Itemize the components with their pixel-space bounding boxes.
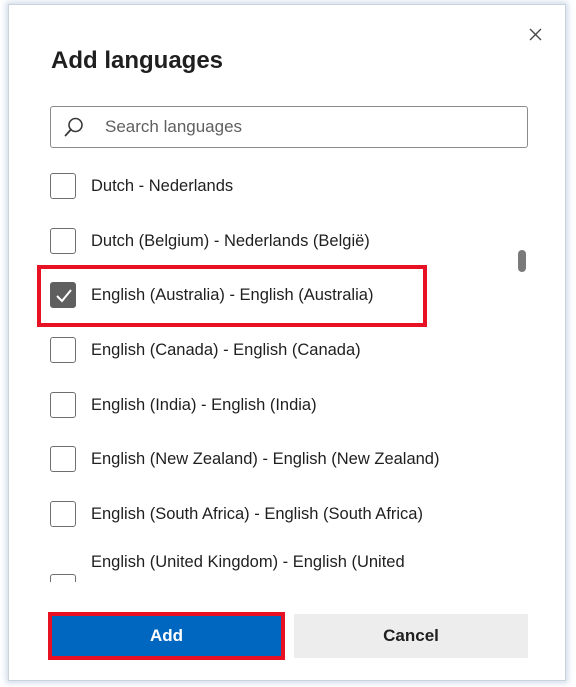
language-checkbox[interactable]	[50, 501, 76, 527]
close-button[interactable]	[520, 22, 550, 52]
highlight-box-selected-language	[37, 265, 427, 327]
language-item-english-south-africa[interactable]: English (South Africa) - English (South …	[40, 494, 510, 534]
language-checkbox[interactable]	[50, 337, 76, 363]
language-checkbox[interactable]	[50, 574, 76, 582]
language-checkbox[interactable]	[50, 446, 76, 472]
language-item-dutch-belgium[interactable]: Dutch (Belgium) - Nederlands (België)	[40, 221, 510, 261]
language-list[interactable]: Dutch - Nederlands Dutch (Belgium) - Ned…	[40, 158, 540, 582]
language-item-english-united-kingdom[interactable]: English (United Kingdom) - English (Unit…	[40, 550, 510, 582]
cancel-button[interactable]: Cancel	[294, 614, 528, 658]
language-label: English (United Kingdom) - English (Unit…	[91, 553, 405, 571]
scrollbar-thumb[interactable]	[518, 250, 526, 272]
dialog-title: Add languages	[51, 47, 224, 74]
language-label: English (New Zealand) - English (New Zea…	[91, 449, 440, 468]
close-icon	[529, 28, 542, 46]
language-checkbox[interactable]	[50, 173, 76, 199]
search-icon	[63, 116, 97, 138]
language-label: Dutch (Belgium) - Nederlands (België)	[91, 231, 370, 250]
language-label: English (India) - English (India)	[91, 395, 317, 414]
language-checkbox[interactable]	[50, 228, 76, 254]
language-label: English (South Africa) - English (South …	[91, 504, 423, 523]
language-checkbox[interactable]	[50, 392, 76, 418]
language-item-dutch[interactable]: Dutch - Nederlands	[40, 166, 510, 206]
highlight-box-add-button	[48, 612, 285, 660]
language-item-english-canada[interactable]: English (Canada) - English (Canada)	[40, 330, 510, 370]
language-item-english-india[interactable]: English (India) - English (India)	[40, 385, 510, 425]
language-label: Dutch - Nederlands	[91, 176, 234, 195]
search-placeholder: Search languages	[105, 117, 243, 136]
language-item-english-new-zealand[interactable]: English (New Zealand) - English (New Zea…	[40, 439, 510, 479]
language-label: English (Canada) - English (Canada)	[91, 340, 361, 359]
search-input[interactable]: Search languages	[50, 106, 528, 148]
